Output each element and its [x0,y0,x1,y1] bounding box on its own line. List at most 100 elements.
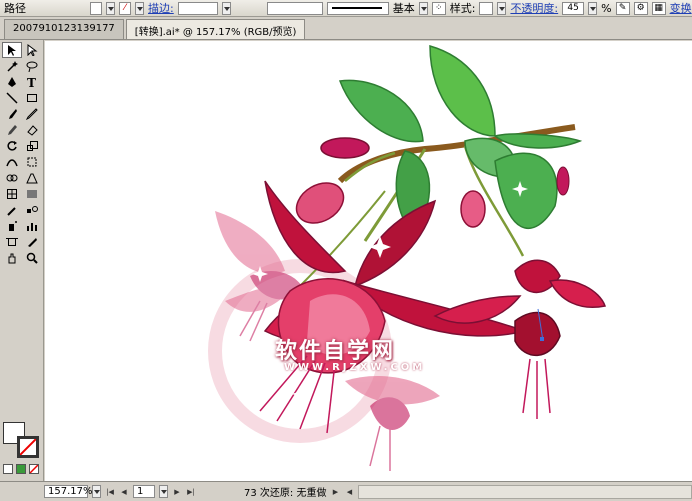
brush-dropdown[interactable] [418,1,428,15]
watermark-url: WWW.RJZXW.COM [284,362,426,373]
rotate-tool-button[interactable] [2,138,22,154]
type-tool-button[interactable]: T [22,74,42,90]
pencil-tool-button[interactable] [22,106,42,122]
slice-tool-button[interactable] [22,234,42,250]
stroke-dropdown[interactable] [135,1,144,15]
opacity-field[interactable]: 45 [562,1,585,15]
artboard-canvas[interactable]: 软件自学网 WWW.RJZXW.COM [45,41,692,481]
free-transform-icon [27,157,37,167]
tab-label: [转换].ai* @ 157.17% (RGB/预览) [134,27,297,38]
percent-sign: % [601,1,612,15]
watermark-title: 软件自学网 [275,339,396,364]
brush-definition[interactable] [326,1,389,15]
magic-wand-icon [7,61,18,72]
blob-brush-icon [8,125,17,135]
artboard-dropdown[interactable] [159,485,168,498]
pen-tool-button[interactable] [2,74,22,90]
style-dropdown[interactable] [497,1,507,15]
document-tab-bar: 2007910123139177 [转换].ai* @ 157.17% (RGB… [0,18,692,40]
zoom-tool-button[interactable] [22,250,42,266]
opacity-dropdown[interactable] [588,1,598,15]
stroke-weight-field[interactable] [177,1,218,15]
artboard-tool-button[interactable] [2,234,22,250]
free-transform-tool-button[interactable] [22,154,42,170]
rectangle-tool-button[interactable] [22,90,42,106]
eraser-tool-button[interactable] [22,122,42,138]
direct-selection-icon [27,44,38,56]
stroke-label[interactable]: 描边: [148,0,174,16]
style-swatch[interactable] [479,1,494,15]
warp-tool-button[interactable] [2,154,22,170]
blend-tool-button[interactable] [22,202,42,218]
pencil-icon [26,108,38,120]
leaf [494,152,558,230]
symbol-sprayer-tool-button[interactable] [2,218,22,234]
selection-icon [8,45,16,56]
brush-options-icon[interactable]: ⁘ [431,1,446,15]
line-tool-button[interactable] [2,90,22,106]
scale-icon [27,141,38,151]
shape-builder-tool-button[interactable] [2,170,22,186]
tab-label: 2007910123139177 [13,23,115,34]
align-icon[interactable]: ▦ [651,1,666,15]
anchor-point[interactable] [540,337,544,341]
rotate-icon [7,141,17,151]
stroke-weight-dropdown[interactable] [221,1,231,15]
zoom-dropdown[interactable] [92,485,101,498]
perspective-grid-icon [26,173,38,184]
paintbrush-tool-button[interactable] [2,106,22,122]
recolor-icon[interactable]: ✎ [615,1,630,15]
gradient-mode-button[interactable] [16,464,26,474]
direct-selection-tool-button[interactable] [22,42,42,58]
variable-width-field[interactable] [266,1,323,15]
hand-tool-button[interactable] [2,250,22,266]
pen-icon [8,77,16,87]
tab-previous-document[interactable]: 2007910123139177 [4,19,124,39]
status-bar: 157.17% |◀ ◀ 1 ▶ ▶| 73 次还原: 无重做 ▶ ◀ [0,481,692,501]
eraser-icon [27,125,38,136]
transform-label[interactable]: 变换 [670,0,692,16]
opacity-label[interactable]: 不透明度: [510,0,558,16]
gradient-tool-button[interactable] [22,186,42,202]
fuchsia-illustration[interactable] [45,41,692,481]
flower-bud [460,190,486,228]
fill-stroke-widget[interactable] [3,422,41,460]
first-artboard-button[interactable]: |◀ [105,486,115,498]
stroke-swatch[interactable]: ⁄ [119,1,131,15]
artboard-field[interactable]: 1 [133,485,155,498]
gear-icon[interactable]: ⚙ [633,1,648,15]
column-graph-tool-button[interactable] [22,218,42,234]
none-mode-button[interactable] [29,464,39,474]
fill-swatch[interactable] [90,1,102,15]
horizontal-scrollbar[interactable] [358,484,692,499]
flower-stamens [522,358,551,419]
rectangle-icon [27,94,37,102]
color-mode-button[interactable] [3,464,13,474]
selection-tool-button[interactable] [2,42,22,58]
lasso-tool-button[interactable] [22,58,42,74]
stroke-swatch-large[interactable] [17,436,39,458]
flower-bud [320,137,370,159]
tab-active-document[interactable]: [转换].ai* @ 157.17% (RGB/预览) [125,19,306,39]
status-text: 73 次还原: 无重做 [244,488,327,499]
perspective-grid-tool-button[interactable] [22,170,42,186]
scroll-left-button[interactable]: ◀ [344,486,354,498]
previous-artboard-button[interactable]: ◀ [119,486,129,498]
next-artboard-button[interactable]: ▶ [172,486,182,498]
flower-sepal [548,279,606,308]
eyedropper-tool-button[interactable] [2,202,22,218]
hand-icon [8,253,16,264]
slice-icon [28,238,37,247]
paintbrush-icon [9,109,17,119]
magic-wand-tool-button[interactable] [2,58,22,74]
tools-panel: T [0,40,44,481]
brush-label: 基本 [392,2,415,15]
last-artboard-button[interactable]: ▶| [186,486,196,498]
fill-dropdown[interactable] [106,1,115,15]
status-menu-arrow[interactable]: ▶ [330,486,340,498]
scale-tool-button[interactable] [22,138,42,154]
blob-brush-tool-button[interactable] [2,122,22,138]
style-label: 样式: [449,2,476,15]
mesh-tool-button[interactable] [2,186,22,202]
zoom-field[interactable]: 157.17% [44,485,93,498]
